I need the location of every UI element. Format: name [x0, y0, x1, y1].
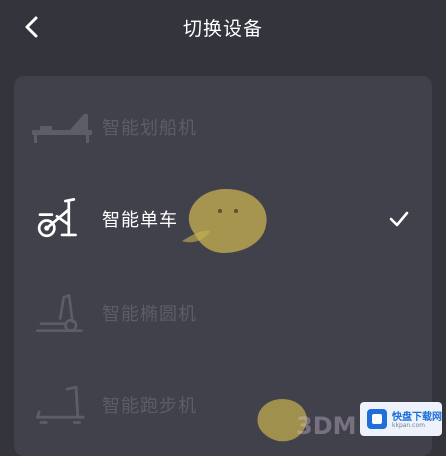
- treadmill-icon: [35, 385, 85, 424]
- page-title: 切换设备: [182, 18, 263, 40]
- exercise-bike-icon: [37, 198, 77, 238]
- watermark-badge: 快盘下载网 kkpan.com: [360, 402, 442, 436]
- watermark-mascot: [182, 189, 267, 253]
- header-bar: 切换设备: [0, 0, 446, 56]
- watermark-text: 3DM: [296, 412, 357, 440]
- device-item-rowing[interactable]: 智能划船机: [14, 80, 432, 170]
- device-label: 智能划船机: [102, 118, 197, 139]
- device-label: 智能单车: [102, 210, 178, 231]
- badge-subtitle: kkpan.com: [392, 422, 425, 429]
- rowing-machine-icon: [32, 114, 92, 143]
- download-logo-icon: [367, 409, 387, 429]
- device-item-elliptical[interactable]: 智能椭圆机: [14, 268, 432, 358]
- device-label: 智能椭圆机: [102, 304, 197, 325]
- device-label: 智能跑步机: [102, 396, 197, 417]
- elliptical-trainer-icon: [36, 294, 83, 333]
- device-list: 智能划船机 智能单车 智能椭圆机 智能跑步机: [14, 76, 432, 456]
- checkmark-icon: [389, 211, 409, 227]
- badge-title: 快盘下载网: [392, 412, 442, 423]
